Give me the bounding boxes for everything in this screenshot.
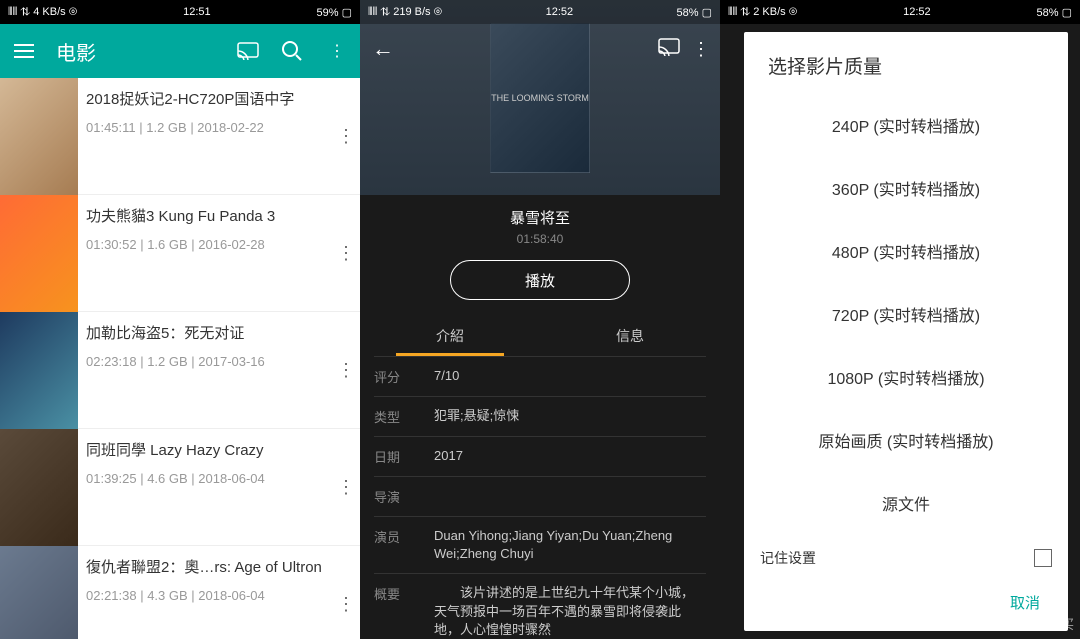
status-bar: ⫴⫴ ⇅ 4 KB/s ⊚ 12:51 59% ▢ bbox=[0, 0, 360, 24]
status-time: 12:51 bbox=[183, 6, 211, 18]
item-more-icon[interactable]: ⋮ bbox=[330, 312, 360, 428]
status-left: ⫴⫴ ⇅ 219 B/s ⊚ bbox=[368, 6, 442, 19]
movie-meta: 01:45:11 | 1.2 GB | 2018-02-22 bbox=[86, 120, 322, 135]
movie-meta: 01:30:52 | 1.6 GB | 2016-02-28 bbox=[86, 237, 322, 252]
status-time: 12:52 bbox=[903, 6, 931, 18]
movie-item[interactable]: 同班同學 Lazy Hazy Crazy 01:39:25 | 4.6 GB |… bbox=[0, 429, 360, 546]
movie-poster bbox=[0, 546, 78, 639]
detail-duration: 01:58:40 bbox=[360, 232, 720, 260]
movie-poster bbox=[0, 195, 78, 312]
tab-intro[interactable]: 介紹 bbox=[360, 316, 540, 356]
remember-label: 记住设置 bbox=[760, 548, 816, 568]
quality-option[interactable]: 480P (实时转档播放) bbox=[744, 219, 1068, 282]
movie-poster bbox=[0, 78, 78, 195]
app-header: 电影 ⋮ bbox=[0, 24, 360, 78]
info-row: 评分7/10 bbox=[374, 356, 706, 396]
cast-icon[interactable] bbox=[236, 39, 260, 63]
movie-title: 同班同學 Lazy Hazy Crazy bbox=[86, 441, 322, 461]
quality-dialog: 选择影片质量 240P (实时转档播放) 360P (实时转档播放) 480P … bbox=[744, 32, 1068, 631]
quality-option[interactable]: 源文件 bbox=[744, 471, 1068, 534]
search-icon[interactable] bbox=[280, 39, 304, 63]
quality-list: 240P (实时转档播放) 360P (实时转档播放) 480P (实时转档播放… bbox=[744, 93, 1068, 538]
info-row: 导演 bbox=[374, 476, 706, 516]
more-icon[interactable]: ⋮ bbox=[692, 39, 708, 60]
movie-title: 2018捉妖记2-HC720P国语中字 bbox=[86, 90, 322, 110]
item-more-icon[interactable]: ⋮ bbox=[330, 429, 360, 545]
movie-poster bbox=[0, 429, 78, 546]
info-row: 类型犯罪;悬疑;惊悚 bbox=[374, 396, 706, 436]
dialog-title: 选择影片质量 bbox=[744, 32, 1068, 93]
movie-item[interactable]: 復仇者聯盟2：奧…rs: Age of Ultron 02:21:38 | 4.… bbox=[0, 546, 360, 639]
status-bar: ⫴⫴ ⇅ 2 KB/s ⊚ 12:52 58% ▢ bbox=[720, 0, 1080, 24]
status-left: ⫴⫴ ⇅ 4 KB/s ⊚ bbox=[8, 6, 77, 19]
hero-section: ⫴⫴ ⇅ 219 B/s ⊚ 12:52 58% ▢ ← ⋮ THE LOOMI… bbox=[360, 0, 720, 195]
menu-icon[interactable] bbox=[12, 39, 36, 63]
quality-option[interactable]: 720P (实时转档播放) bbox=[744, 282, 1068, 345]
info-table: 评分7/10 类型犯罪;悬疑;惊悚 日期2017 导演 演员Duan Yihon… bbox=[360, 356, 720, 639]
info-row: 概要 该片讲述的是上世纪九十年代某个小城，天气预报中一场百年不遇的暴雪即将侵袭此… bbox=[374, 573, 706, 639]
movie-meta: 02:23:18 | 1.2 GB | 2017-03-16 bbox=[86, 354, 322, 369]
info-row: 演员Duan Yihong;Jiang Yiyan;Du Yuan;Zheng … bbox=[374, 516, 706, 573]
quality-option[interactable]: 360P (实时转档播放) bbox=[744, 156, 1068, 219]
movie-item[interactable]: 加勒比海盗5：死无对证 02:23:18 | 1.2 GB | 2017-03-… bbox=[0, 312, 360, 429]
movie-meta: 02:21:38 | 4.3 GB | 2018-06-04 bbox=[86, 588, 322, 603]
quality-option[interactable]: 1080P (实时转档播放) bbox=[744, 345, 1068, 408]
tab-info[interactable]: 信息 bbox=[540, 316, 720, 356]
page-title: 电影 bbox=[56, 37, 216, 66]
status-right: 58% ▢ bbox=[1037, 6, 1072, 19]
remember-row[interactable]: 记住设置 bbox=[744, 538, 1068, 578]
cast-icon[interactable] bbox=[658, 38, 680, 61]
quality-option[interactable]: 原始画质 (实时转档播放) bbox=[744, 408, 1068, 471]
movie-item[interactable]: 2018捉妖记2-HC720P国语中字 01:45:11 | 1.2 GB | … bbox=[0, 78, 360, 195]
movie-poster bbox=[0, 312, 78, 429]
status-left: ⫴⫴ ⇅ 2 KB/s ⊚ bbox=[728, 6, 797, 19]
status-right: 58% ▢ bbox=[677, 6, 712, 19]
remember-checkbox[interactable] bbox=[1034, 549, 1052, 567]
item-more-icon[interactable]: ⋮ bbox=[330, 78, 360, 194]
back-icon[interactable]: ← bbox=[372, 36, 394, 62]
status-right: 59% ▢ bbox=[317, 6, 352, 19]
detail-title: 暴雪将至 bbox=[360, 195, 720, 232]
item-more-icon[interactable]: ⋮ bbox=[330, 546, 360, 639]
item-more-icon[interactable]: ⋮ bbox=[330, 195, 360, 311]
play-button[interactable]: 播放 bbox=[450, 260, 630, 300]
movie-title: 復仇者聯盟2：奧…rs: Age of Ultron bbox=[86, 558, 322, 578]
movie-title: 功夫熊貓3 Kung Fu Panda 3 bbox=[86, 207, 322, 227]
movie-title: 加勒比海盗5：死无对证 bbox=[86, 324, 322, 344]
more-icon[interactable]: ⋮ bbox=[324, 39, 348, 63]
info-row: 日期2017 bbox=[374, 436, 706, 476]
tabs: 介紹 信息 bbox=[360, 316, 720, 356]
quality-option[interactable]: 240P (实时转档播放) bbox=[744, 93, 1068, 156]
status-time: 12:52 bbox=[546, 6, 574, 18]
watermark: 值 什么值得买 bbox=[992, 614, 1074, 633]
movie-meta: 01:39:25 | 4.6 GB | 2018-06-04 bbox=[86, 471, 322, 486]
movie-list: 2018捉妖记2-HC720P国语中字 01:45:11 | 1.2 GB | … bbox=[0, 78, 360, 639]
movie-item[interactable]: 功夫熊貓3 Kung Fu Panda 3 01:30:52 | 1.6 GB … bbox=[0, 195, 360, 312]
